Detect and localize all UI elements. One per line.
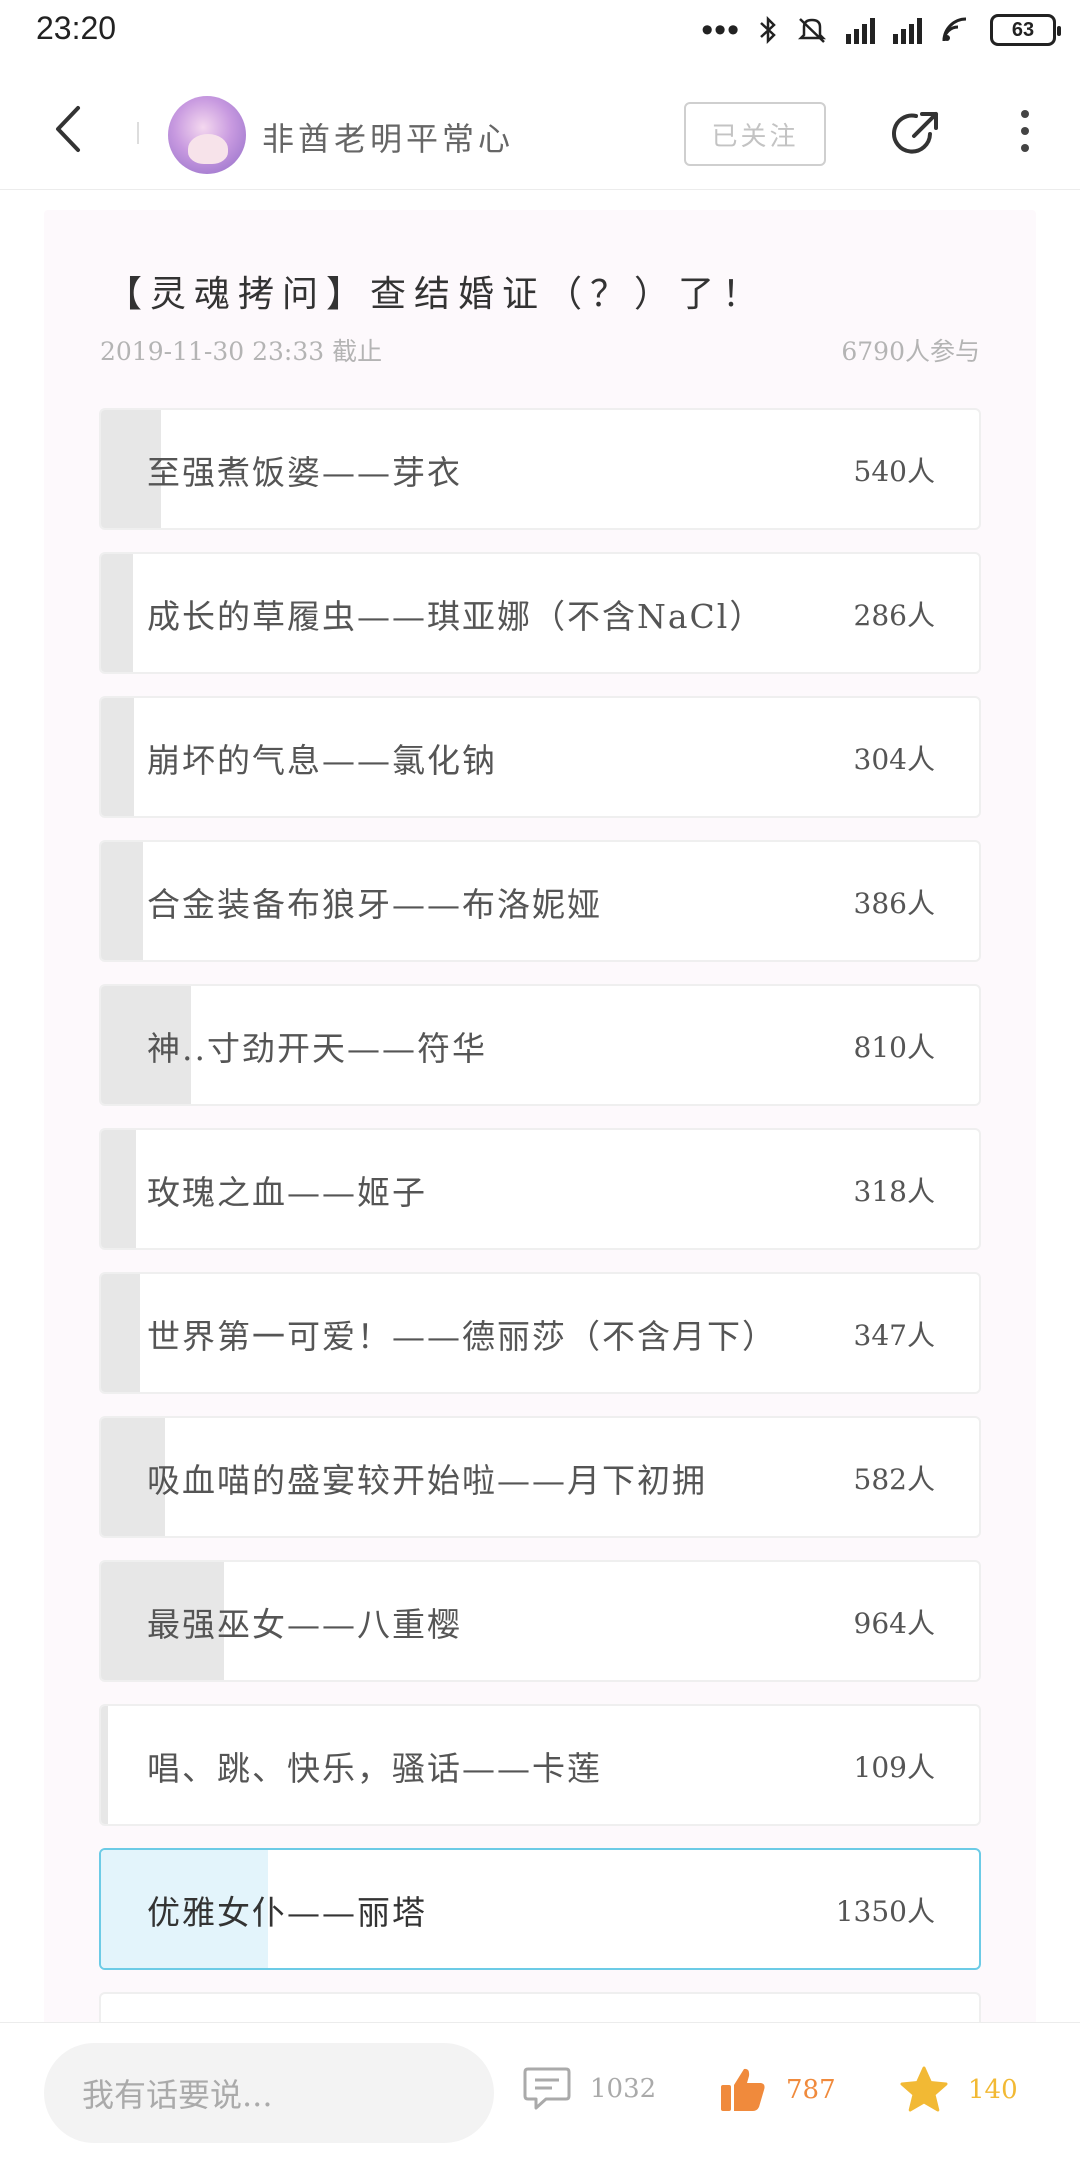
poll-option-label: 吸血喵的盛宴较开始啦——月下初拥	[147, 1461, 707, 1500]
poll-option[interactable]: 玫瑰之血——姬子 318人	[99, 1128, 981, 1250]
poll-option-count: 304人	[853, 743, 935, 776]
poll-option-label: 唱、跳、快乐，骚话——卡莲	[147, 1749, 602, 1788]
poll-option-count: 964人	[853, 1607, 935, 1640]
mute-icon	[797, 18, 827, 43]
avatar[interactable]	[168, 96, 246, 174]
star-icon	[900, 2066, 948, 2112]
poll-option-bar	[101, 1274, 140, 1392]
poll-option-bar	[101, 554, 133, 672]
bluetooth-icon	[760, 15, 776, 45]
poll-option-label: 最强巫女——八重樱	[147, 1605, 462, 1644]
share-icon[interactable]	[888, 106, 944, 162]
poll-option[interactable]	[99, 1992, 981, 2022]
poll-option[interactable]: 吸血喵的盛宴较开始啦——月下初拥 582人	[99, 1416, 981, 1538]
poll-option-bar	[101, 842, 144, 960]
poll-option-count: 109人	[853, 1751, 935, 1784]
poll-option-label: 神..寸劲开天——符华	[147, 1029, 487, 1068]
poll-options: 至强煮饭婆——芽衣 540人成长的草履虫——琪亚娜（不含NaCl） 286人崩坏的气…	[99, 408, 981, 2044]
comment-icon	[523, 2067, 571, 2110]
poll-option[interactable]: 至强煮饭婆——芽衣 540人	[99, 408, 981, 530]
poll-option-label: 世界第一可爱！——德丽莎（不含月下）	[147, 1317, 777, 1356]
likes-stat[interactable]: 787	[718, 2065, 836, 2115]
poll-option-label: 玫瑰之血——姬子	[147, 1173, 427, 1212]
poll-option-count: 347人	[853, 1319, 935, 1352]
bottom-bar: 我有话要说... 1032 787 140	[0, 2022, 1080, 2160]
more-vertical-icon[interactable]	[1012, 110, 1038, 160]
poll-option[interactable]: 优雅女仆——丽塔 1350人	[99, 1848, 981, 1970]
likes-count: 787	[786, 2075, 836, 2105]
more-notifications-icon: •••	[701, 11, 740, 49]
poll-option-count: 540人	[853, 455, 935, 488]
wifi-icon	[942, 17, 967, 42]
poll-option-count: 286人	[853, 599, 935, 632]
battery-icon: 63	[990, 14, 1061, 46]
status-icons: ••• 63	[701, 11, 1061, 49]
poll-option-count: 386人	[853, 887, 935, 920]
poll-option-label: 崩坏的气息——氯化钠	[147, 741, 497, 780]
poll-option-count: 318人	[853, 1175, 935, 1208]
back-arrow-icon[interactable]	[44, 102, 98, 156]
poll-option-bar	[101, 1706, 109, 1824]
username[interactable]: 非酋老明平常心	[262, 114, 514, 160]
poll-option[interactable]: 唱、跳、快乐，骚话——卡莲 109人	[99, 1704, 981, 1826]
poll-option-bar	[101, 1130, 137, 1248]
poll-option-label: 至强煮饭婆——芽衣	[147, 453, 462, 492]
follow-button[interactable]: 已关注	[684, 102, 826, 166]
poll-option-count: 1350人	[835, 1895, 935, 1928]
header-divider	[137, 122, 139, 144]
comment-input[interactable]: 我有话要说...	[44, 2043, 494, 2143]
stars-count: 140	[968, 2075, 1018, 2105]
poll-option-label: 合金装备布狼牙——布洛妮娅	[147, 885, 602, 924]
signal-hd-icon	[893, 16, 922, 44]
poll-title: 【灵魂拷问】查结婚证（？）了！	[106, 274, 767, 315]
header: 非酋老明平常心 已关注	[0, 64, 1080, 190]
signal-icon	[846, 16, 875, 44]
stars-stat[interactable]: 140	[898, 2065, 1018, 2115]
status-bar: 23:20 ••• 63	[0, 0, 1080, 64]
poll-option[interactable]: 最强巫女——八重樱 964人	[99, 1560, 981, 1682]
poll-option-count: 810人	[853, 1031, 935, 1064]
poll-deadline: 2019-11-30 23:33 截止	[100, 337, 383, 366]
thumbs-up-icon	[721, 2068, 765, 2111]
status-time: 23:20	[36, 10, 117, 46]
poll-card: 【灵魂拷问】查结婚证（？）了！ 2019-11-30 23:33 截止 6790…	[44, 210, 1036, 2030]
poll-option[interactable]: 成长的草履虫——琪亚娜（不含NaCl） 286人	[99, 552, 981, 674]
poll-option-bar	[101, 698, 135, 816]
poll-option-label: 优雅女仆——丽塔	[147, 1893, 427, 1932]
poll-option-count: 582人	[853, 1463, 935, 1496]
comments-stat[interactable]: 1032	[522, 2065, 656, 2113]
poll-option[interactable]: 崩坏的气息——氯化钠 304人	[99, 696, 981, 818]
poll-option[interactable]: 世界第一可爱！——德丽莎（不含月下） 347人	[99, 1272, 981, 1394]
poll-option[interactable]: 神..寸劲开天——符华 810人	[99, 984, 981, 1106]
poll-participants: 6790人参与	[841, 337, 980, 366]
poll-option-label: 成长的草履虫——琪亚娜（不含NaCl）	[147, 597, 765, 636]
comments-count: 1032	[590, 2074, 657, 2104]
poll-option[interactable]: 合金装备布狼牙——布洛妮娅 386人	[99, 840, 981, 962]
